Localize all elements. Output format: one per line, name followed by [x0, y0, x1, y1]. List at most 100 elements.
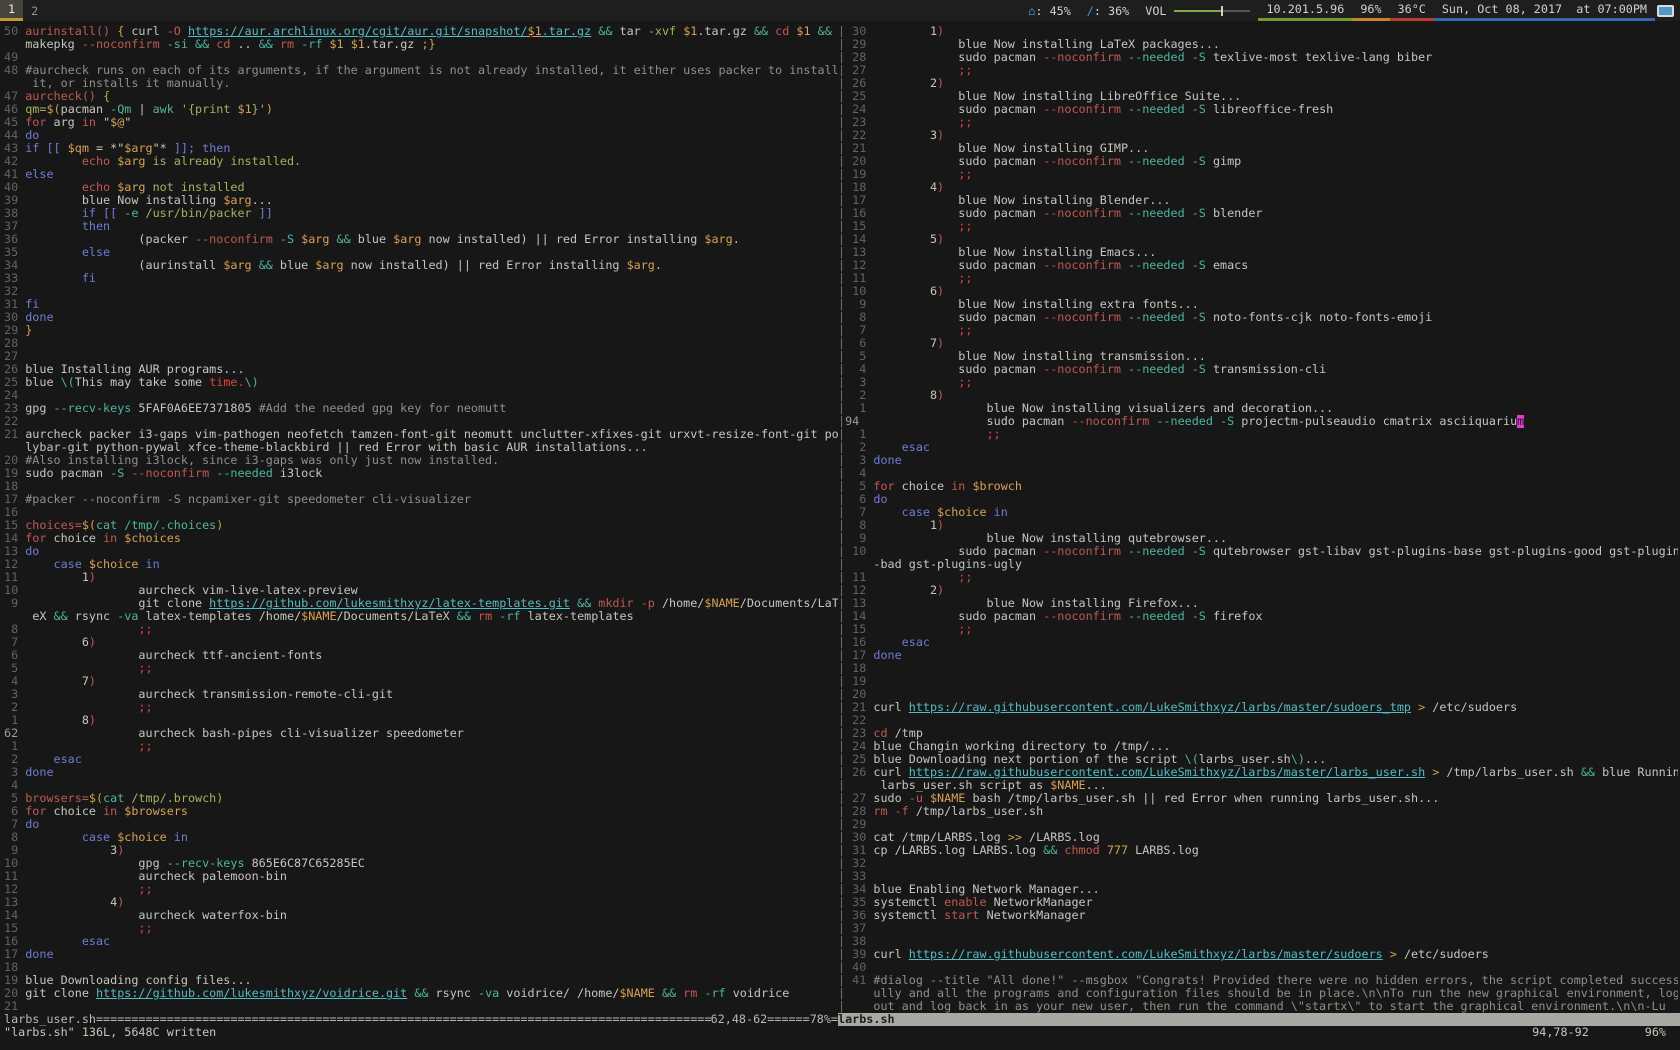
right-pane-row: | 8 sudo pacman --noconfirm --needed -S …: [838, 311, 1678, 324]
code-text: &&: [259, 38, 280, 51]
code-text: sudo: [873, 792, 908, 805]
code-text: https://github.com/lukesmithxyz/latex-te…: [209, 597, 570, 610]
code-text: sudo pacman: [873, 415, 1071, 428]
line-number: 36: [845, 909, 873, 922]
editor-row: 50 aurinstall() { curl -O https://aur.ar…: [4, 25, 1680, 38]
right-pane-row: | 25 blue Now installing LibreOffice Sui…: [838, 90, 1678, 103]
line-number: 44: [4, 129, 25, 142]
code-text: [25, 753, 53, 766]
code-text: aurcheck palemoon-bin: [25, 870, 287, 883]
code-text: makepkg: [25, 38, 82, 51]
code-text: --noconfirm: [1043, 545, 1128, 558]
code-text: {: [103, 90, 110, 103]
code-text: gpg: [25, 402, 53, 415]
workspace-button-2[interactable]: 2: [23, 0, 46, 21]
left-pane-row: 29 }: [4, 324, 838, 337]
code-text: $(: [46, 103, 60, 116]
left-pane-row: 22: [4, 415, 838, 428]
code-text: \(: [61, 376, 75, 389]
code-text: libreoffice-fresh: [1213, 103, 1333, 116]
code-text: --recv-keys: [54, 402, 139, 415]
line-number: 13: [845, 246, 873, 259]
editor-row: 22 |94 sudo pacman --noconfirm --needed …: [4, 415, 1680, 428]
editor-row: 18 | 40: [4, 961, 1680, 974]
code-text: sudo pacman: [873, 155, 1043, 168]
code-text: [25, 207, 82, 220]
code-text: in: [146, 558, 160, 571]
volume-slider[interactable]: [1174, 0, 1250, 21]
volume-label: VOL: [1145, 4, 1166, 18]
left-pane-row: 5 browsers=$(cat /tmp/.browch): [4, 792, 838, 805]
vim-editor[interactable]: 50 aurinstall() { curl -O https://aur.ar…: [0, 21, 1680, 1050]
line-number: 18: [4, 961, 25, 974]
code-text: https://aur.archlinux.org/cgit/aur.git/s…: [188, 25, 528, 38]
code-text: blue Running: [1602, 766, 1678, 779]
volume-level-bar: [1174, 10, 1221, 12]
code-text: aurcheck transmission-remote-cli-git: [25, 688, 393, 701]
code-text: ): [89, 636, 96, 649]
code-text: sudo pacman: [873, 363, 1043, 376]
code-text: do: [25, 545, 39, 558]
code-text: cd: [216, 38, 237, 51]
code-text: chmod: [1064, 844, 1106, 857]
code-text: aurcheck vim-live-latex-preview: [25, 584, 357, 597]
left-pane-row: 11 aurcheck palemoon-bin: [4, 870, 838, 883]
code-text: #Add the needed gpg key for neomutt: [259, 402, 507, 415]
code-text: cd: [775, 25, 796, 38]
code-text: larbs_user.sh: [1199, 753, 1291, 766]
editor-row: 40 echo $arg not installed| 18 4): [4, 181, 1680, 194]
line-number: 36: [4, 233, 25, 246]
code-text: -S: [1192, 207, 1213, 220]
right-pane-row: | 5 blue Now installing transmission...: [838, 350, 1678, 363]
editor-row: 5 browsers=$(cat /tmp/.browch)| 27 sudo …: [4, 792, 1680, 805]
code-text: .tar.gz: [542, 25, 592, 38]
line-number: 15: [845, 623, 873, 636]
right-pane-row: | 29: [838, 818, 1678, 831]
left-pane-row: 15 choices=$(cat /tmp/.choices): [4, 519, 838, 532]
code-text: ): [937, 77, 944, 90]
code-text: sudo pacman: [873, 311, 1043, 324]
line-number: 14: [845, 610, 873, 623]
line-number: 4: [845, 363, 873, 376]
code-text: blue Now installing visualizers and deco…: [873, 402, 1333, 415]
code-text: ]]; then: [174, 142, 231, 155]
line-number: 9: [4, 597, 25, 610]
right-pane-row: | 28 rm -f /tmp/larbs_user.sh: [838, 805, 1678, 818]
code-text: sudo pacman: [873, 259, 1043, 272]
line-number: 50: [4, 25, 25, 38]
left-pane-row: 10 gpg --recv-keys 865E6C87C65285EC: [4, 857, 838, 870]
right-pane-row: | 15 ;;: [838, 623, 1678, 636]
line-number: 34: [845, 883, 873, 896]
code-text: ): [937, 233, 944, 246]
editor-row: 8 ;;| 15 ;;: [4, 623, 1680, 636]
workspace-button-1[interactable]: 1: [0, 0, 23, 21]
code-text: -rf: [301, 38, 329, 51]
code-text: $qm: [68, 142, 89, 155]
line-number: 30: [845, 25, 873, 38]
code-text: #dialog --title "All done!" --msgbox "Co…: [873, 974, 1678, 987]
editor-row: 6 for choice in $browsers| 28 rm -f /tmp…: [4, 805, 1680, 818]
code-text: --needed: [1128, 545, 1192, 558]
editor-row: 9 3)| 31 cp /LARBS.log LARBS.log && chmo…: [4, 844, 1680, 857]
code-text: --noconfirm: [1043, 259, 1128, 272]
code-text: [25, 831, 82, 844]
line-number: 16: [845, 207, 873, 220]
line-number: 1: [845, 402, 873, 415]
line-number: 13: [4, 896, 25, 909]
line-number: 19: [4, 974, 25, 987]
left-pane-row: 34 (aurinstall $arg && blue $arg now ins…: [4, 259, 838, 272]
code-text: ): [89, 714, 96, 727]
code-text: /tmp/.browch: [131, 792, 216, 805]
right-pane-row: | ully and all the programs and configur…: [838, 987, 1678, 1000]
right-pane-row: | -bad gst-plugins-ugly: [838, 558, 1678, 571]
line-number: 62: [4, 727, 25, 740]
right-pane-row: | 30 1): [838, 25, 1678, 38]
code-text: firefox: [1213, 610, 1263, 623]
code-text: choice: [902, 480, 952, 493]
right-pane-row: | 35 systemctl enable NetworkManager: [838, 896, 1678, 909]
editor-row: 47 aurcheck() {| 25 blue Now installing …: [4, 90, 1680, 103]
right-pane-row: | 27 sudo -u $NAME bash /tmp/larbs_user.…: [838, 792, 1678, 805]
code-text: voidrice/ /home/: [506, 987, 619, 1000]
statusline-left-pos: 62,48-62: [711, 1013, 768, 1026]
code-text: $choice: [89, 558, 146, 571]
